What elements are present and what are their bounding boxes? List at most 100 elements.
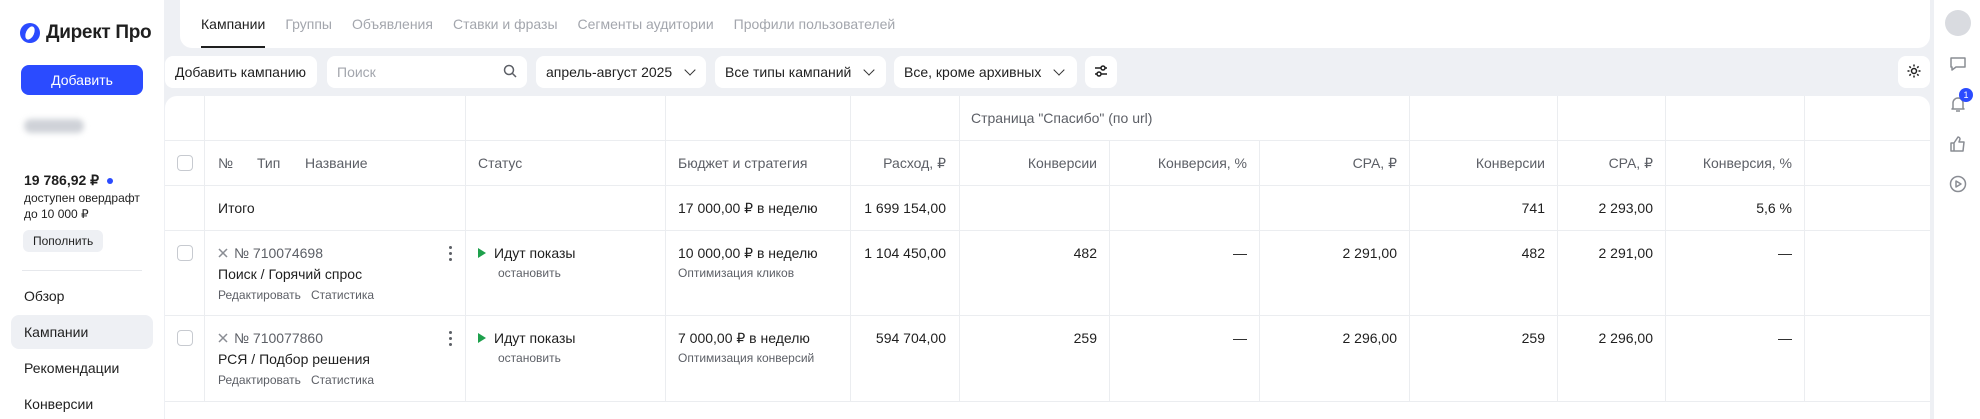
stats-link[interactable]: Статистика [311,288,374,302]
bell-icon[interactable]: 1 [1946,88,1973,116]
header-type[interactable]: Тип [257,155,280,171]
conversion-rate-2-value: — [1778,330,1792,346]
logo-text: Директ Про [46,22,152,43]
tab-bids[interactable]: Ставки и фразы [453,0,558,48]
tab-audience-segments[interactable]: Сегменты аудитории [578,0,714,48]
header-budget[interactable]: Бюджет и стратегия [678,155,807,171]
strategy-link[interactable]: Оптимизация кликов [678,266,794,280]
cpa-1-value: 2 296,00 [1342,330,1398,346]
strategy-link[interactable]: Оптимизация конверсий [678,351,814,365]
tab-campaigns[interactable]: Кампании [201,0,266,48]
tab-user-profiles[interactable]: Профили пользователей [734,0,896,48]
campaign-type-icon [218,330,228,346]
notification-badge: 1 [1959,88,1973,102]
col-divider [1109,140,1110,401]
archive-filter-select[interactable]: Все, кроме архивных [894,56,1077,88]
header-conversions-2[interactable]: Конверсии [1409,155,1545,171]
stop-link[interactable]: остановить [498,351,561,365]
header-name[interactable]: Название [305,155,368,171]
total-conversion-rate-2: 5,6 % [1756,200,1792,216]
row-checkbox[interactable] [177,245,193,261]
campaign-id[interactable]: № 710077860 [218,330,323,346]
select-all-checkbox[interactable] [177,155,193,171]
col-divider [1259,140,1260,401]
campaign-type-select[interactable]: Все типы кампаний [715,56,886,88]
play-icon [478,333,486,343]
tab-groups[interactable]: Группы [285,0,332,48]
topup-button[interactable]: Пополнить [23,230,104,252]
play-circle-icon[interactable] [1946,172,1970,196]
campaign-status: Идут показы [478,330,575,346]
header-conversion-rate-2[interactable]: Конверсия, % [1665,155,1792,171]
header-status[interactable]: Статус [478,155,522,171]
add-button[interactable]: Добавить [21,65,143,95]
cpa-2-value: 2 296,00 [1598,330,1654,346]
row-checkbox[interactable] [177,330,193,346]
spend-value: 594 704,00 [875,330,946,346]
cpa-1-value: 2 291,00 [1342,245,1398,261]
group-header-thanks-page: Страница "Спасибо" (по url) [971,110,1153,126]
conversions-1-value: 259 [1073,330,1097,346]
logo[interactable]: Директ Про [20,20,152,46]
overdraft-text: доступен овердрафт до 10 000 ₽ [24,191,140,221]
campaign-name[interactable]: РСЯ / Подбор решения [218,351,370,367]
sidebar-item-campaigns[interactable]: Кампании [11,315,153,349]
campaign-status: Идут показы [478,245,575,261]
col-divider [1804,96,1805,401]
add-campaign-button[interactable]: Добавить кампанию [165,56,317,88]
campaign-id-text: № 710074698 [234,245,323,261]
conversions-2-value: 259 [1521,330,1545,346]
filter-settings-button[interactable] [1085,56,1117,88]
row-divider [165,401,1930,402]
stats-link[interactable]: Статистика [311,373,374,387]
chevron-down-icon [684,64,696,76]
period-select[interactable]: апрель-август 2025 [536,56,706,88]
status-text: Идут показы [494,330,576,346]
chevron-down-icon [1053,64,1066,76]
stop-link[interactable]: остановить [498,266,561,280]
archive-filter-label: Все, кроме архивных [904,64,1042,80]
tab-ads[interactable]: Объявления [352,0,433,48]
play-icon [478,248,486,258]
sliders-icon [1093,63,1109,82]
header-conversions-1[interactable]: Конверсии [959,155,1097,171]
sidebar-item-conversions[interactable]: Конверсии [11,387,153,419]
balance-value: 19 786,92 ₽ [24,172,100,188]
account-login [24,119,84,133]
campaign-id[interactable]: № 710074698 [218,245,323,261]
conversion-rate-2-value: — [1778,245,1792,261]
thumbs-up-icon[interactable] [1946,132,1970,156]
gear-icon [1906,63,1922,82]
edit-link[interactable]: Редактировать [218,288,301,302]
search-placeholder: Поиск [337,64,376,80]
budget-value: 10 000,00 ₽ в неделю [678,245,818,261]
budget-value: 7 000,00 ₽ в неделю [678,330,810,346]
sidebar-item-overview[interactable]: Обзор [11,279,153,313]
campaign-type-label: Все типы кампаний [725,64,852,80]
table-settings-button[interactable] [1898,56,1930,88]
conversion-rate-1-value: — [1233,330,1247,346]
search-input[interactable]: Поиск [327,56,527,88]
header-spend[interactable]: Расход, ₽ [850,155,946,172]
balance: 19 786,92 ₽ [24,172,114,189]
balance-status-dot [107,177,114,184]
header-conversion-rate-1[interactable]: Конверсия, % [1109,155,1247,171]
avatar[interactable] [1945,10,1971,36]
header-cpa-1[interactable]: CPA, ₽ [1259,155,1397,172]
period-label: апрель-август 2025 [546,64,673,80]
header-number[interactable]: № [218,155,233,171]
campaign-id-text: № 710077860 [234,330,323,346]
header-cpa-2[interactable]: CPA, ₽ [1557,155,1653,172]
campaign-name[interactable]: Поиск / Горячий спрос [218,266,362,282]
chat-icon[interactable] [1946,52,1970,76]
total-budget: 17 000,00 ₽ в неделю [678,200,818,216]
sidebar-item-recommendations[interactable]: Рекомендации [11,351,153,385]
more-vertical-icon[interactable] [449,246,453,261]
right-rail: 1 [1934,0,1980,419]
cpa-2-value: 2 291,00 [1598,245,1654,261]
sidebar-divider [22,270,142,271]
edit-link[interactable]: Редактировать [218,373,301,387]
add-campaign-label: Добавить кампанию [175,64,307,80]
col-divider [665,96,666,401]
more-vertical-icon[interactable] [449,331,453,346]
